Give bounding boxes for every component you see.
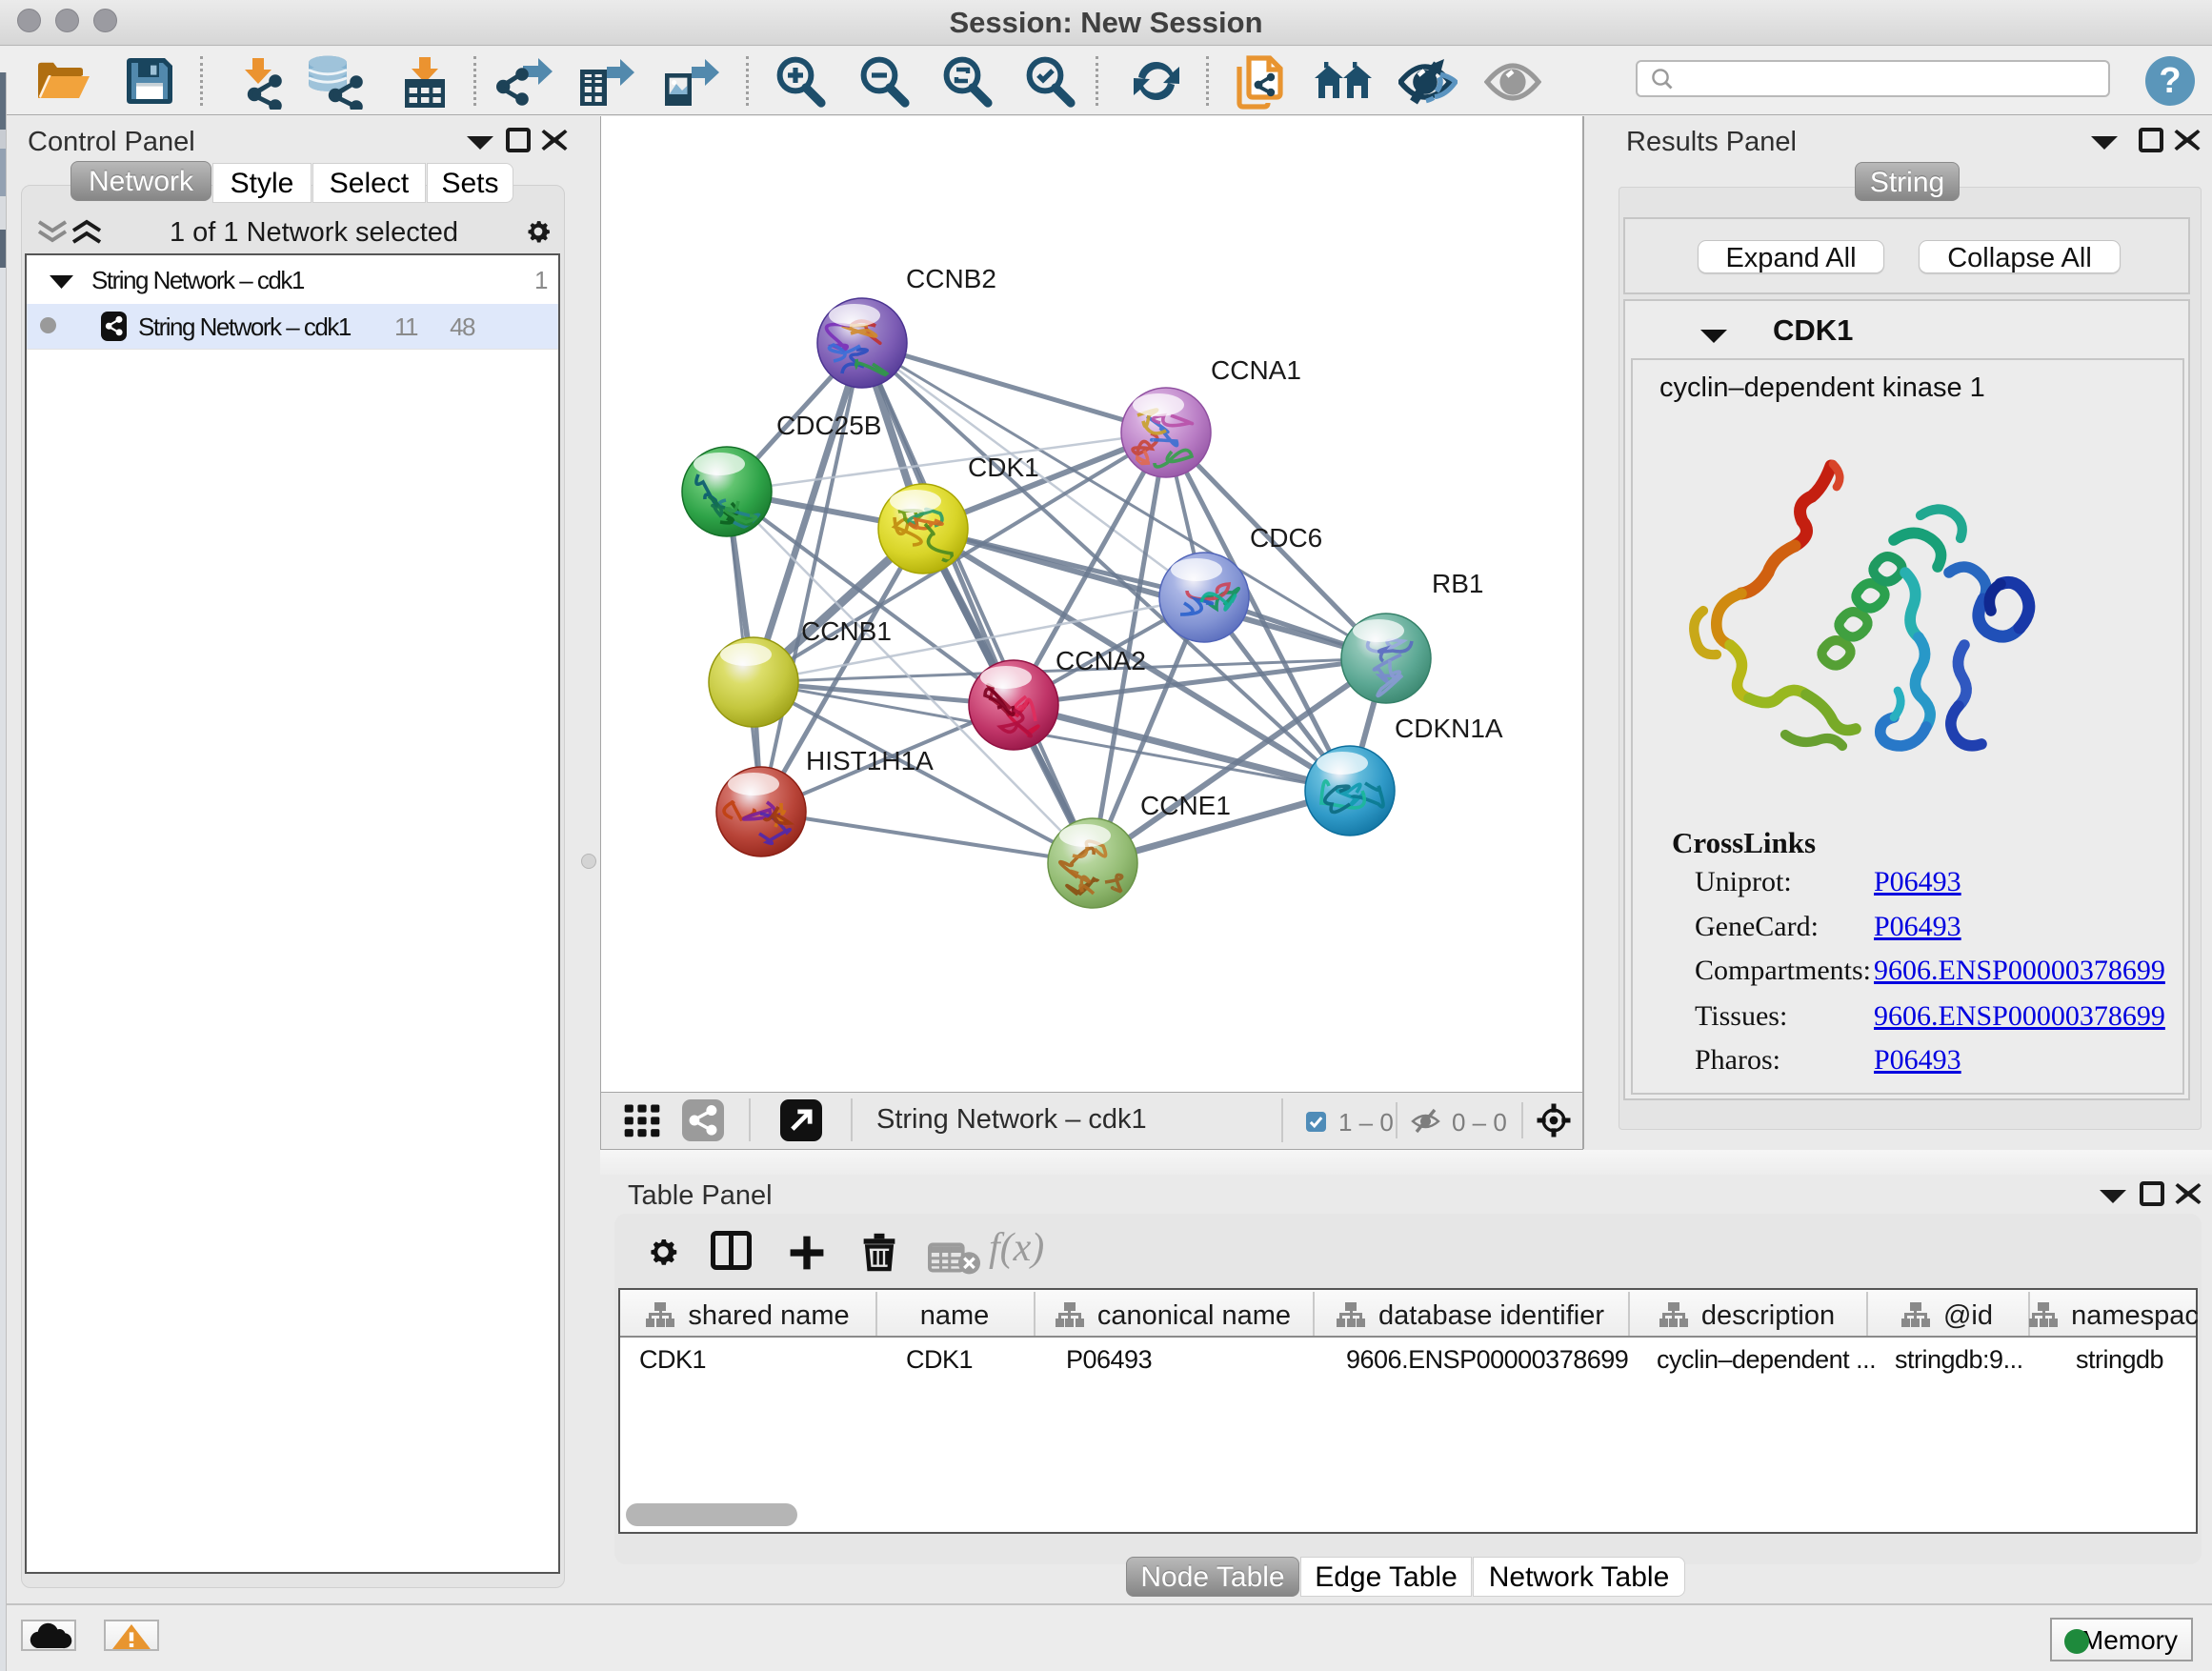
svg-text:CCNB1: CCNB1 [801,616,892,646]
svg-text:CCNA1: CCNA1 [1211,355,1301,385]
svg-text:CCNB2: CCNB2 [906,264,996,293]
svg-text:HIST1H1A: HIST1H1A [806,746,934,775]
svg-text:CDC25B: CDC25B [776,411,881,440]
svg-text:CDKN1A: CDKN1A [1395,714,1503,743]
svg-text:CCNA2: CCNA2 [1056,646,1146,675]
svg-text:RB1: RB1 [1432,569,1483,598]
svg-text:CDC6: CDC6 [1250,523,1322,553]
svg-text:CDK1: CDK1 [968,453,1039,482]
svg-text:CCNE1: CCNE1 [1140,791,1231,820]
